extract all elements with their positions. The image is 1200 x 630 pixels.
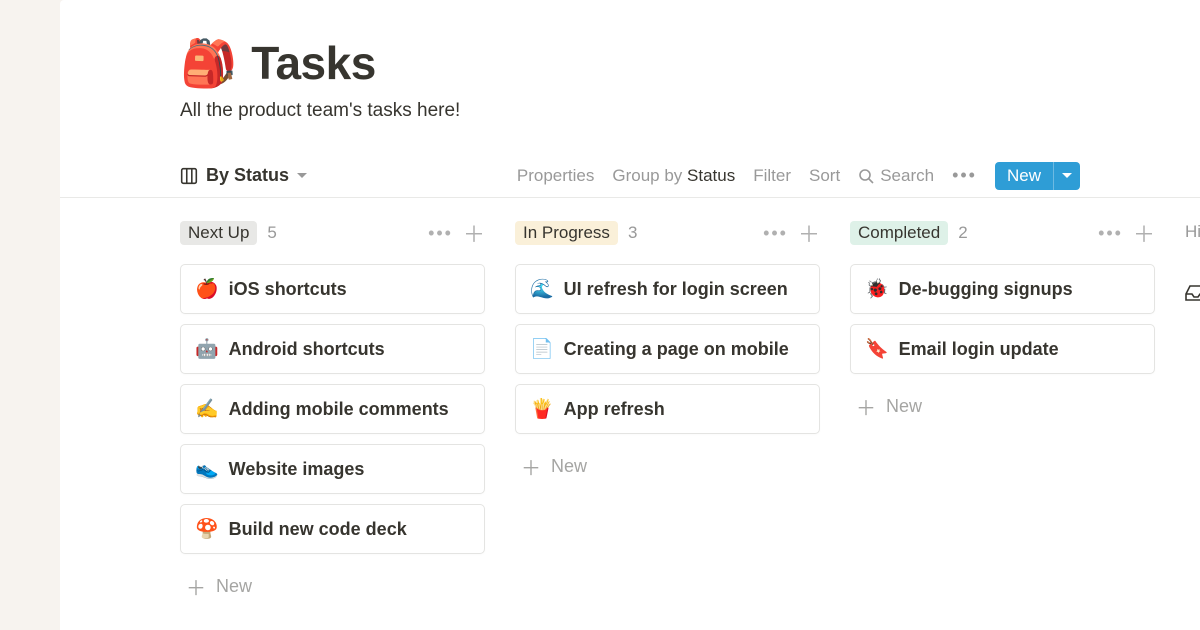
card-title: Adding mobile comments — [229, 399, 449, 420]
page-header: 🎒 Tasks All the product team's tasks her… — [60, 0, 1200, 122]
page-title[interactable]: Tasks — [251, 36, 376, 90]
column-title[interactable]: Completed — [850, 221, 948, 245]
column-header: Next Up 5 ••• ＋ — [180, 220, 485, 246]
column-count: 5 — [267, 223, 276, 243]
column-add-button[interactable]: ＋ — [1133, 217, 1155, 249]
inbox-icon[interactable] — [1185, 284, 1200, 307]
new-card-label: New — [886, 396, 922, 417]
filter-button[interactable]: Filter — [753, 166, 791, 186]
new-card-button[interactable]: ＋ New — [180, 564, 485, 609]
view-label: By Status — [206, 165, 289, 186]
group-by-button[interactable]: Group by Status — [612, 166, 735, 186]
column-actions: ••• ＋ — [763, 217, 820, 249]
new-card-button[interactable]: ＋ New — [850, 384, 1155, 429]
card-title: Android shortcuts — [229, 339, 385, 360]
card-title: App refresh — [564, 399, 665, 420]
card-icon: 🐞 — [865, 277, 889, 301]
search-button[interactable]: Search — [858, 166, 934, 186]
card-icon: 📄 — [530, 337, 554, 361]
search-label: Search — [880, 166, 934, 186]
column-header: Completed 2 ••• ＋ — [850, 220, 1155, 246]
card[interactable]: 🐞 De-bugging signups — [850, 264, 1155, 314]
card[interactable]: 🍄 Build new code deck — [180, 504, 485, 554]
group-by-value: Status — [687, 166, 735, 185]
new-button-wrap: New — [995, 162, 1080, 190]
card-title: iOS shortcuts — [229, 279, 347, 300]
hidden-label: Hidde — [1185, 220, 1200, 242]
toolbar: By Status Properties Group by Status Fil… — [60, 154, 1200, 198]
plus-icon: ＋ — [186, 572, 206, 601]
card[interactable]: ✍️ Adding mobile comments — [180, 384, 485, 434]
column-actions: ••• ＋ — [428, 217, 485, 249]
page-subtitle[interactable]: All the product team's tasks here! — [180, 100, 1080, 122]
new-button-dropdown[interactable] — [1053, 162, 1080, 190]
card-title: De-bugging signups — [899, 279, 1073, 300]
card[interactable]: 🍟 App refresh — [515, 384, 820, 434]
column-title[interactable]: In Progress — [515, 221, 618, 245]
page-icon[interactable]: 🎒 — [180, 40, 237, 86]
chevron-down-icon — [297, 173, 307, 179]
search-icon — [858, 168, 874, 184]
board: Next Up 5 ••• ＋ 🍎 iOS shortcuts 🤖 Androi… — [60, 198, 1200, 609]
column-actions: ••• ＋ — [1098, 217, 1155, 249]
card[interactable]: 🌊 UI refresh for login screen — [515, 264, 820, 314]
column-add-button[interactable]: ＋ — [798, 217, 820, 249]
card[interactable]: 🤖 Android shortcuts — [180, 324, 485, 374]
toolbar-left: By Status — [180, 165, 307, 186]
plus-icon: ＋ — [856, 392, 876, 421]
column-more-menu[interactable]: ••• — [763, 223, 788, 244]
new-card-label: New — [216, 576, 252, 597]
properties-button[interactable]: Properties — [517, 166, 594, 186]
sort-button[interactable]: Sort — [809, 166, 840, 186]
new-button[interactable]: New — [995, 162, 1053, 190]
card-icon: 🤖 — [195, 337, 219, 361]
card-title: Build new code deck — [229, 519, 407, 540]
hidden-columns[interactable]: Hidde — [1185, 220, 1200, 609]
column-completed: Completed 2 ••• ＋ 🐞 De-bugging signups 🔖… — [850, 220, 1155, 609]
column-title[interactable]: Next Up — [180, 221, 257, 245]
board-icon — [180, 167, 198, 185]
column-count: 3 — [628, 223, 637, 243]
card-title: UI refresh for login screen — [564, 279, 788, 300]
card[interactable]: 👟 Website images — [180, 444, 485, 494]
card-icon: 🔖 — [865, 337, 889, 361]
view-switcher[interactable]: By Status — [180, 165, 307, 186]
toolbar-right: Properties Group by Status Filter Sort S… — [517, 162, 1080, 190]
title-row: 🎒 Tasks — [180, 36, 1080, 90]
plus-icon: ＋ — [521, 452, 541, 481]
column-count: 2 — [958, 223, 967, 243]
card-icon: 👟 — [195, 457, 219, 481]
new-card-label: New — [551, 456, 587, 477]
card[interactable]: 🔖 Email login update — [850, 324, 1155, 374]
card-icon: 🌊 — [530, 277, 554, 301]
card-icon: ✍️ — [195, 397, 219, 421]
column-next-up: Next Up 5 ••• ＋ 🍎 iOS shortcuts 🤖 Androi… — [180, 220, 485, 609]
new-card-button[interactable]: ＋ New — [515, 444, 820, 489]
group-by-label: Group by — [612, 166, 682, 185]
card-icon: 🍄 — [195, 517, 219, 541]
card-title: Email login update — [899, 339, 1059, 360]
card-icon: 🍟 — [530, 397, 554, 421]
chevron-down-icon — [1062, 173, 1072, 179]
column-add-button[interactable]: ＋ — [463, 217, 485, 249]
card-title: Website images — [229, 459, 365, 480]
card-icon: 🍎 — [195, 277, 219, 301]
card[interactable]: 📄 Creating a page on mobile — [515, 324, 820, 374]
more-menu[interactable]: ••• — [952, 165, 977, 186]
column-header: In Progress 3 ••• ＋ — [515, 220, 820, 246]
main-panel: 🎒 Tasks All the product team's tasks her… — [60, 0, 1200, 630]
column-more-menu[interactable]: ••• — [1098, 223, 1123, 244]
column-in-progress: In Progress 3 ••• ＋ 🌊 UI refresh for log… — [515, 220, 820, 609]
card-title: Creating a page on mobile — [564, 339, 789, 360]
column-more-menu[interactable]: ••• — [428, 223, 453, 244]
card[interactable]: 🍎 iOS shortcuts — [180, 264, 485, 314]
